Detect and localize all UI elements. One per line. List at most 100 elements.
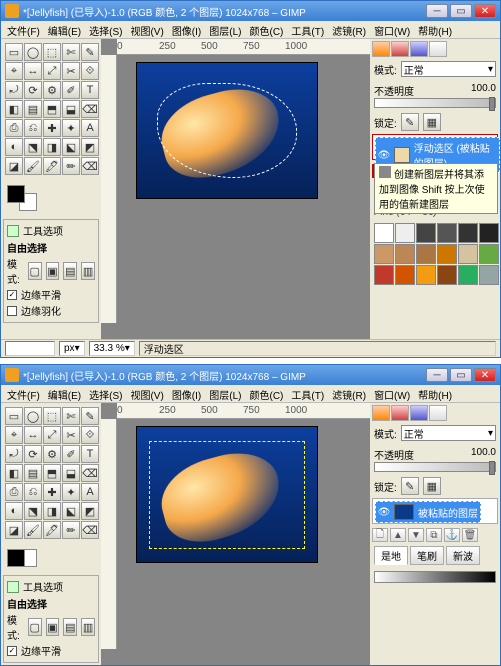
tool-button[interactable]: ⎌ <box>24 119 42 137</box>
tool-button[interactable]: A <box>81 483 99 501</box>
tool-button[interactable]: ⬓ <box>62 464 80 482</box>
mode-int-icon[interactable]: ▥ <box>81 262 95 280</box>
tool-button[interactable]: ⤢ <box>43 62 61 80</box>
dock-tab[interactable]: 笔刷 <box>410 546 444 565</box>
raise-layer-button[interactable]: ▲ <box>390 528 406 542</box>
dock-tab[interactable]: 新波 <box>446 546 480 565</box>
menu-item[interactable]: 选择(S) <box>89 23 122 36</box>
tool-button[interactable]: ⌖ <box>5 62 23 80</box>
duplicate-layer-button[interactable]: ⧉ <box>426 528 442 542</box>
new-layer-button[interactable]: 🗋 <box>372 528 388 542</box>
pattern-swatch[interactable] <box>416 265 436 285</box>
pattern-swatch[interactable] <box>395 244 415 264</box>
pattern-swatch[interactable] <box>437 244 457 264</box>
undo-tab-icon[interactable] <box>429 405 447 421</box>
tool-button[interactable]: ⤾ <box>5 445 23 463</box>
feather-checkbox[interactable] <box>7 306 17 316</box>
minimize-button[interactable]: ─ <box>426 4 448 18</box>
tool-button[interactable]: ⬕ <box>62 502 80 520</box>
channels-tab-icon[interactable] <box>391 405 409 421</box>
menu-item[interactable]: 编辑(E) <box>48 23 81 36</box>
image-canvas[interactable] <box>137 63 317 198</box>
tool-button[interactable]: ✂ <box>62 426 80 444</box>
tool-button[interactable]: ✐ <box>62 445 80 463</box>
gradient-preview[interactable] <box>374 571 496 583</box>
mode-replace-icon[interactable]: ▢ <box>28 262 42 280</box>
mode-add-icon[interactable]: ▣ <box>46 262 60 280</box>
tool-button[interactable]: ✦ <box>62 119 80 137</box>
antialias-checkbox[interactable]: ✓ <box>7 290 17 300</box>
tool-button[interactable]: T <box>81 445 99 463</box>
tool-button[interactable]: ⬕ <box>62 138 80 156</box>
tool-button[interactable]: 🖌 <box>24 157 42 175</box>
tool-button[interactable]: ✄ <box>62 43 80 61</box>
menu-item[interactable]: 滤镜(R) <box>332 387 366 400</box>
delete-layer-button[interactable]: 🗑 <box>462 528 478 542</box>
tool-button[interactable]: ⌫ <box>81 100 99 118</box>
canvas-area[interactable]: 02505007501000 <box>101 39 370 339</box>
tool-button[interactable]: ✎ <box>81 43 99 61</box>
maximize-button[interactable]: ▭ <box>450 4 472 18</box>
menu-item[interactable]: 图层(L) <box>209 387 241 400</box>
tool-button[interactable]: ⟳ <box>24 445 42 463</box>
tool-button[interactable]: ⬚ <box>43 407 61 425</box>
menu-item[interactable]: 视图(V) <box>130 23 163 36</box>
tool-button[interactable]: ◐ <box>5 138 23 156</box>
menu-item[interactable]: 视图(V) <box>130 387 163 400</box>
paths-tab-icon[interactable] <box>410 41 428 57</box>
mode-sub-icon[interactable]: ▤ <box>63 262 77 280</box>
pattern-swatch[interactable] <box>395 223 415 243</box>
undo-tab-icon[interactable] <box>429 41 447 57</box>
antialias-checkbox[interactable]: ✓ <box>7 646 17 656</box>
tool-button[interactable]: ▤ <box>24 100 42 118</box>
tool-button[interactable]: ◧ <box>5 464 23 482</box>
image-canvas[interactable] <box>137 427 317 562</box>
tool-button[interactable]: T <box>81 81 99 99</box>
tool-button[interactable]: ◐ <box>5 502 23 520</box>
tool-button[interactable]: ▭ <box>5 43 23 61</box>
pattern-swatch[interactable] <box>479 244 499 264</box>
eye-icon[interactable]: 👁 <box>378 149 390 161</box>
menu-item[interactable]: 图像(I) <box>172 23 201 36</box>
tool-button[interactable]: ◨ <box>43 138 61 156</box>
layers-tab-icon[interactable] <box>372 405 390 421</box>
tool-button[interactable]: ⌫ <box>81 464 99 482</box>
menu-item[interactable]: 文件(F) <box>7 23 40 36</box>
lock-alpha-icon[interactable]: ▦ <box>423 477 441 495</box>
mode-sub-icon[interactable]: ▤ <box>63 618 77 636</box>
tool-button[interactable]: ⌫ <box>81 157 99 175</box>
menu-item[interactable]: 帮助(H) <box>418 387 452 400</box>
pattern-swatch[interactable] <box>416 244 436 264</box>
pattern-swatch[interactable] <box>458 223 478 243</box>
color-swatch[interactable] <box>7 185 37 211</box>
tool-button[interactable]: ◩ <box>81 138 99 156</box>
opacity-slider[interactable] <box>374 98 496 108</box>
tool-button[interactable]: ⚙ <box>43 445 61 463</box>
tool-button[interactable]: ◧ <box>5 100 23 118</box>
blend-mode-dropdown[interactable]: 正常▾ <box>401 61 496 77</box>
tool-button[interactable]: ◨ <box>43 502 61 520</box>
tool-button[interactable]: ✏ <box>62 157 80 175</box>
lock-alpha-icon[interactable]: ▦ <box>423 113 441 131</box>
tool-button[interactable]: ✚ <box>43 119 61 137</box>
tool-button[interactable]: ◯ <box>24 407 42 425</box>
menu-item[interactable]: 选择(S) <box>89 387 122 400</box>
tool-button[interactable]: ⬒ <box>43 100 61 118</box>
tool-button[interactable]: ⟐ <box>81 62 99 80</box>
menu-item[interactable]: 颜色(C) <box>250 23 284 36</box>
minimize-button[interactable]: ─ <box>426 368 448 382</box>
anchor-layer-button[interactable]: ⚓ <box>444 528 460 542</box>
menu-item[interactable]: 编辑(E) <box>48 387 81 400</box>
pattern-swatch[interactable] <box>416 223 436 243</box>
menu-item[interactable]: 文件(F) <box>7 387 40 400</box>
tool-button[interactable]: ⟳ <box>24 81 42 99</box>
tool-button[interactable]: ⬓ <box>62 100 80 118</box>
pattern-swatch[interactable] <box>374 265 394 285</box>
pattern-swatch[interactable] <box>479 265 499 285</box>
paths-tab-icon[interactable] <box>410 405 428 421</box>
tool-button[interactable]: A <box>81 119 99 137</box>
tool-button[interactable]: ⬔ <box>24 502 42 520</box>
eye-icon[interactable]: 👁 <box>378 506 390 518</box>
titlebar[interactable]: *[Jellyfish] (已导入)-1.0 (RGB 颜色, 2 个图层) 1… <box>1 1 500 21</box>
pattern-swatch[interactable] <box>458 244 478 264</box>
